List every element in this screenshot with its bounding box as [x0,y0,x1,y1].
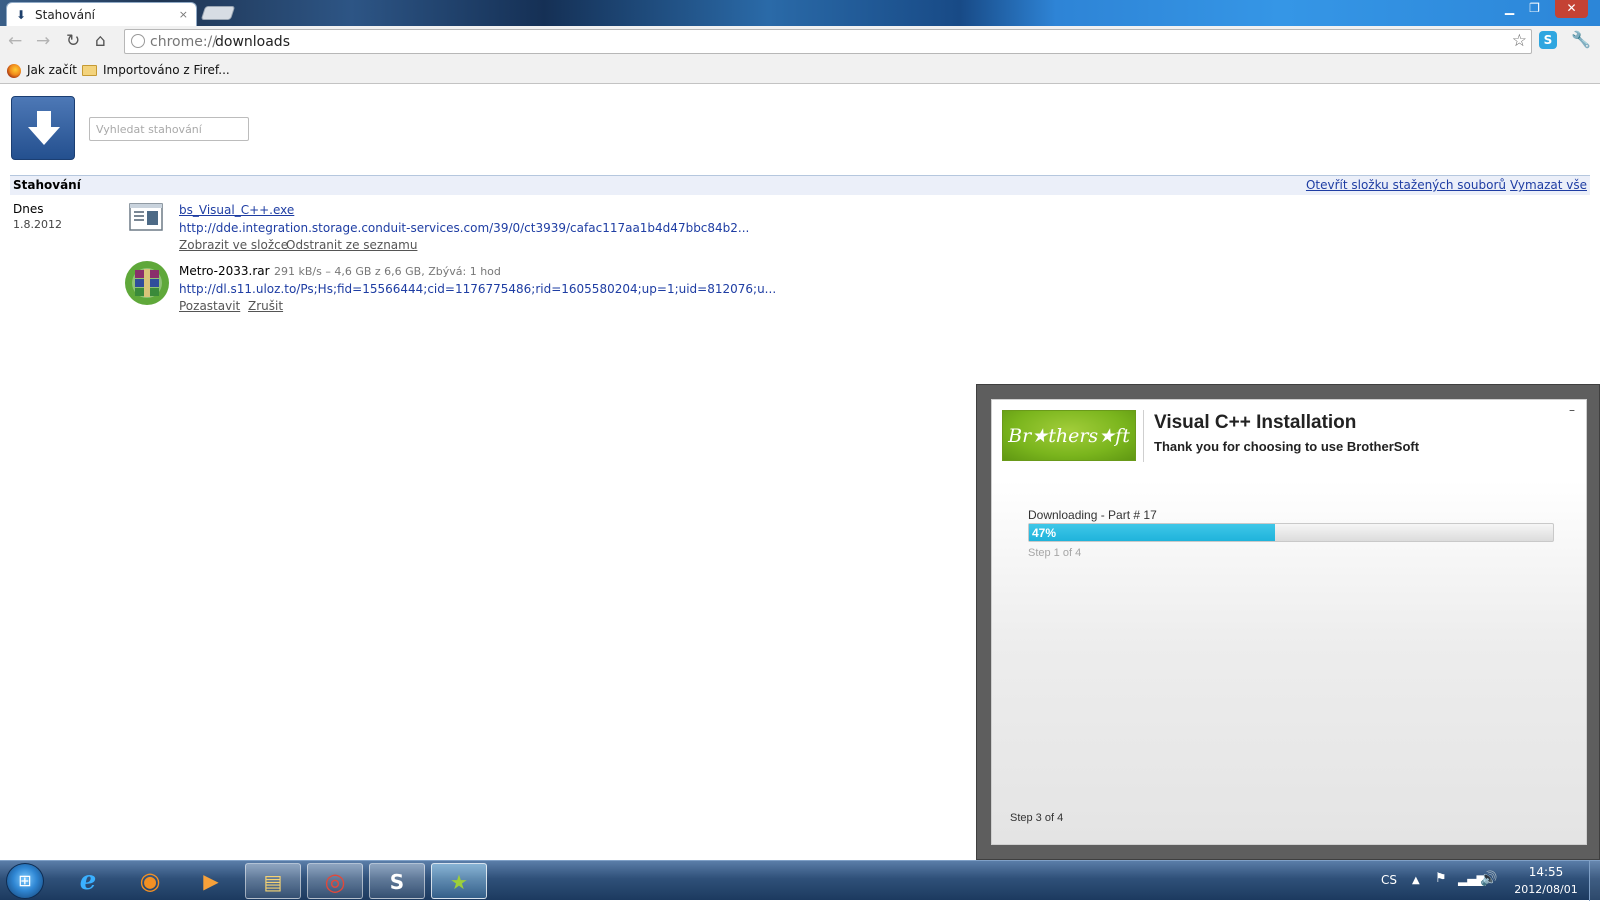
internet-explorer-icon: e [79,866,97,896]
downloads-header: Stahování Otevřít složku stažených soubo… [10,175,1590,195]
back-button[interactable]: ← [8,32,22,50]
bookmark-jak-zacit[interactable]: Jak začít [7,62,77,80]
downloads-heading: Stahování [13,178,81,192]
bookmark-folder-imported[interactable]: Importováno z Firef... [82,62,230,80]
language-indicator[interactable]: CS [1381,874,1397,887]
installer-panel: Br★thers★ft Visual C++ Installation Than… [991,399,1587,845]
file-url-link[interactable]: http://dl.s11.uloz.to/Ps;Hs;fid=15566444… [179,282,776,296]
firefox-icon: ◉ [139,867,161,895]
media-player-icon: ▶ [203,869,219,893]
show-in-folder-link[interactable]: Zobrazit ve složce [179,238,288,252]
download-item: Metro-2033.rar 291 kB/s – 4,6 GB z 6,6 G… [124,261,824,319]
winrar-icon [125,261,169,305]
download-arrow-icon [28,111,60,145]
forward-button[interactable]: → [36,32,50,50]
volume-icon[interactable]: 🔊 [1480,871,1497,887]
taskbar-chrome[interactable]: ◎ [307,863,363,899]
bookmark-label: Importováno z Firef... [103,63,230,77]
address-bar[interactable]: chrome:// downloads ☆ [124,29,1532,54]
clear-all-link[interactable]: Vymazat vše [1510,179,1587,192]
tab-downloads[interactable]: ⬇ Stahování × [6,2,197,26]
remove-from-list-link[interactable]: Odstranit ze seznamu [286,238,417,252]
installer-title: Visual C++ Installation [1154,412,1357,433]
installer-minimize-button[interactable]: – [1569,404,1575,416]
wrench-menu-icon[interactable]: 🔧 [1571,31,1591,49]
search-downloads-input[interactable] [89,117,249,141]
page-icon [131,34,145,48]
reload-button[interactable]: ↻ [66,32,80,50]
home-button[interactable]: ⌂ [95,32,106,50]
skype-extension-icon[interactable]: S [1539,31,1557,49]
folder-icon [82,65,97,76]
browser-toolbar: ← → ↻ ⌂ chrome:// downloads ☆ S 🔧 [0,26,1600,58]
show-hidden-icons-icon[interactable]: ▲ [1412,874,1420,887]
file-name: Metro-2033.rar [179,264,270,278]
taskbar-internet-explorer[interactable]: e [60,863,116,899]
header-divider [1143,410,1144,462]
open-downloads-folder-link[interactable]: Otevřít složku stažených souborů [1306,179,1506,192]
brothersoft-icon: ★ [450,870,468,894]
bookmarks-bar: Jak začít Importováno z Firef... [0,58,1600,84]
cancel-link[interactable]: Zrušit [248,299,283,313]
taskbar-firefox[interactable]: ◉ [122,863,178,899]
action-center-flag-icon[interactable]: ⚑ [1435,871,1447,887]
file-name-link[interactable]: bs_Visual_C++.exe [179,203,294,217]
window-minimize-button[interactable]: ▁ [1497,0,1522,18]
taskbar: ⊞ e ◉ ▶ ▤ ◎ S ★ CS ▲ ⚑ ▂▄▆ 🔊 14:55 2012/… [0,860,1600,901]
installer-window: Br★thers★ft Visual C++ Installation Than… [976,384,1600,860]
taskbar-installer[interactable]: ★ [431,863,487,899]
progress-bar: 47% [1028,523,1554,542]
progress-percent: 47% [1032,526,1057,540]
clock-time[interactable]: 14:55 [1506,866,1586,879]
brothersoft-logo: Br★thers★ft [1002,410,1136,461]
taskbar-explorer[interactable]: ▤ [245,863,301,899]
window-maximize-button[interactable]: ❐ [1522,0,1547,18]
exe-file-icon [129,203,163,231]
firefox-icon [7,64,21,78]
window-close-button[interactable]: ✕ [1555,0,1588,18]
downloads-logo [11,96,75,160]
taskbar-media-player[interactable]: ▶ [183,863,239,899]
clock-date[interactable]: 2012/08/01 [1506,883,1586,896]
download-part-label: Downloading - Part # 17 [1028,508,1157,522]
tab-title: Stahování [35,8,96,22]
logo-text: Br★thers★ft [1008,425,1130,447]
step-indicator: Step 1 of 4 [1028,547,1082,559]
url-scheme: chrome:// [150,34,217,50]
progress-fill [1029,524,1276,541]
date-group-day: Dnes [13,202,44,216]
download-arrow-icon: ⬇ [16,8,27,22]
url-host: downloads [215,34,290,50]
skype-icon: S [389,870,405,894]
folder-icon: ▤ [263,870,283,894]
date-group-date: 1.8.2012 [13,218,62,231]
new-tab-button[interactable] [200,6,236,20]
file-url-link[interactable]: http://dde.integration.storage.conduit-s… [179,221,749,235]
tab-close-icon[interactable]: × [179,8,188,21]
pause-link[interactable]: Pozastavit [179,299,240,313]
chrome-icon: ◎ [324,868,346,896]
title-bar: ⬇ Stahování × ▁ ❐ ✕ [0,0,1600,26]
bookmark-star-icon[interactable]: ☆ [1512,32,1527,50]
taskbar-skype[interactable]: S [369,863,425,899]
bookmark-label: Jak začít [27,63,77,77]
download-status: 291 kB/s – 4,6 GB z 6,6 GB, Zbývá: 1 hod [274,265,501,278]
start-button[interactable]: ⊞ [6,863,44,899]
windows-logo-icon: ⊞ [18,871,32,890]
download-item: bs_Visual_C++.exe http://dde.integration… [124,202,824,258]
show-desktop-button[interactable] [1589,861,1600,901]
step-indicator-bottom: Step 3 of 4 [1010,812,1064,824]
installer-subtitle: Thank you for choosing to use BrotherSof… [1154,439,1420,454]
